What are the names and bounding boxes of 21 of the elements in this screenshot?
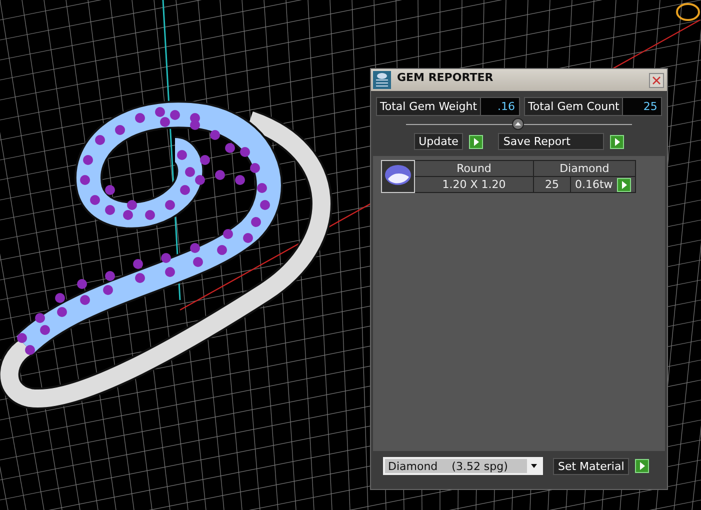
gem-icon bbox=[384, 163, 412, 187]
close-button[interactable] bbox=[649, 72, 664, 88]
table-cell: Diamond bbox=[534, 160, 636, 176]
stat-value: 25 bbox=[622, 98, 662, 115]
play-arrow-icon bbox=[616, 178, 631, 192]
play-arrow-icon bbox=[635, 459, 650, 473]
table-cell: Round bbox=[414, 160, 534, 176]
table-cell: 0.16tw bbox=[570, 176, 636, 192]
window-title: GEM REPORTER bbox=[397, 70, 494, 84]
splitter-handle[interactable] bbox=[512, 118, 524, 130]
ring-outline-drawing bbox=[676, 3, 700, 21]
close-icon bbox=[652, 76, 661, 84]
play-arrow-icon bbox=[469, 134, 484, 148]
table-cell: 1.20 X 1.20 bbox=[414, 176, 534, 192]
report-icon bbox=[373, 71, 391, 89]
stat-label: Total Gem Weight bbox=[379, 99, 478, 115]
table-cell: 25 bbox=[534, 176, 570, 192]
play-arrow-icon bbox=[610, 134, 624, 148]
material-dropdown[interactable]: Diamond (3.52 spg) bbox=[383, 457, 543, 475]
stat-label: Total Gem Count bbox=[527, 99, 620, 115]
stat-value: .16 bbox=[480, 98, 520, 115]
